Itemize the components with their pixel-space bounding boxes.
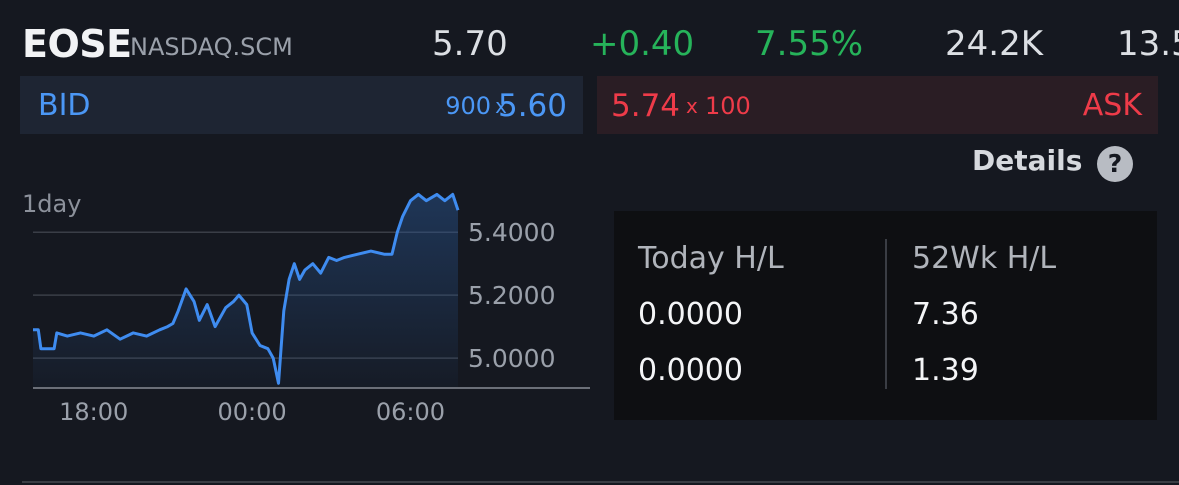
x-tick-label: 18:00: [59, 398, 128, 426]
ask-panel[interactable]: 5.74 x 100 ASK: [597, 76, 1158, 134]
bid-panel[interactable]: BID 900 x 5.60: [20, 76, 583, 134]
today-high-value: 0.0000: [638, 297, 743, 332]
details-link[interactable]: Details: [972, 144, 1082, 177]
price-change: +0.40: [590, 24, 695, 64]
help-icon[interactable]: ?: [1097, 146, 1133, 182]
ask-price: 5.74: [611, 88, 681, 124]
volume: 24.2K: [945, 24, 1043, 64]
bid-price: 5.60: [497, 88, 567, 124]
stats-divider: [885, 239, 887, 389]
bid-size: 900: [445, 92, 491, 120]
intraday-price-chart[interactable]: 5.4000 5.2000 5.0000 18:00 00:00 06:00: [0, 180, 600, 430]
ask-times-sign: x: [686, 94, 698, 118]
ask-size: 100: [705, 92, 751, 120]
stats-panel: Today H/L 0.0000 0.0000 52Wk H/L 7.36 1.…: [614, 211, 1157, 420]
bid-label: BID: [38, 88, 91, 123]
last-price: 5.70: [432, 24, 508, 64]
wk52-low-value: 1.39: [912, 353, 979, 388]
price-area-fill: [33, 194, 458, 388]
today-low-value: 0.0000: [638, 353, 743, 388]
y-tick-label: 5.4000: [468, 218, 555, 247]
today-hl-label: Today H/L: [638, 241, 784, 276]
wk52-high-value: 7.36: [912, 297, 979, 332]
price-change-percent: 7.55%: [755, 24, 864, 64]
bottom-divider: [22, 481, 1179, 483]
ask-label: ASK: [1082, 88, 1142, 123]
y-tick-label: 5.0000: [468, 344, 555, 373]
x-tick-label: 00:00: [218, 398, 287, 426]
exchange-label: NASDAQ.SCM: [130, 33, 293, 61]
wk52-hl-label: 52Wk H/L: [912, 241, 1057, 276]
y-tick-label: 5.2000: [468, 281, 555, 310]
ticker-symbol: EOSE: [22, 22, 132, 66]
x-tick-label: 06:00: [376, 398, 445, 426]
truncated-header-value: 13.5: [1117, 24, 1179, 64]
